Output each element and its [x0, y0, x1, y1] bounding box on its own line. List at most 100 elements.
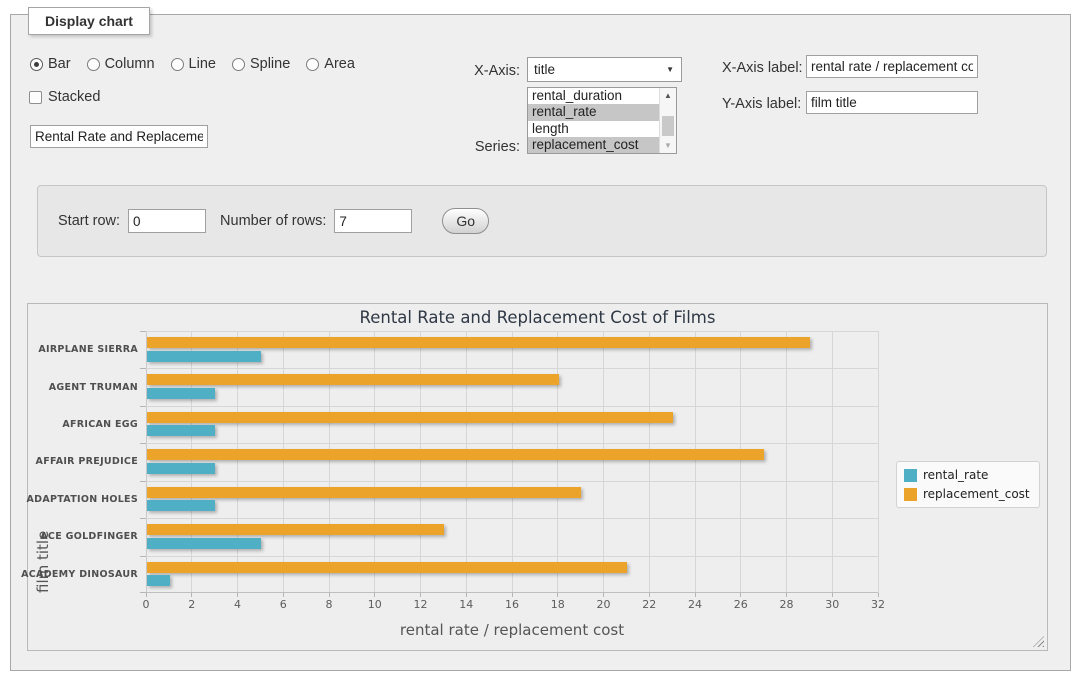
chart-container: Rental Rate and Replacement Cost of Film…	[27, 303, 1048, 651]
scroll-down-icon[interactable]: ▼	[660, 138, 676, 153]
x-tick-mark	[740, 593, 741, 597]
series-option-rental_rate[interactable]: rental_rate	[528, 104, 676, 120]
bar-replacement_cost[interactable]	[147, 337, 810, 348]
go-button[interactable]: Go	[442, 208, 489, 234]
x-tick-label: 10	[355, 598, 395, 611]
category-label: AFRICAN EGG	[30, 406, 138, 443]
chart-legend: rental_rate replacement_cost	[896, 461, 1040, 508]
page: Display chart Bar Column Line Spline Area St…	[0, 0, 1081, 681]
scrollbar-thumb[interactable]	[662, 116, 674, 136]
category-label: AIRPLANE SIERRA	[30, 331, 138, 368]
radio-icon	[87, 58, 100, 71]
bar-replacement_cost[interactable]	[147, 374, 559, 385]
stacked-checkbox[interactable]	[29, 91, 42, 104]
y-tick-mark	[140, 443, 146, 444]
x-tick-mark	[374, 593, 375, 597]
x-tick-mark	[420, 593, 421, 597]
x-axis-label-label: X-Axis label:	[722, 60, 803, 76]
chart-type-label: Bar	[48, 56, 71, 72]
radio-icon	[232, 58, 245, 71]
y-axis-label-label: Y-Axis label:	[722, 96, 801, 112]
x-tick-label: 20	[584, 598, 624, 611]
bar-rental_rate[interactable]	[147, 351, 261, 362]
x-axis-label-input[interactable]	[806, 55, 978, 78]
stacked-option[interactable]: Stacked	[29, 89, 100, 105]
x-axis-select[interactable]: title ▼	[527, 57, 682, 82]
radio-icon	[171, 58, 184, 71]
gridline-x	[283, 331, 284, 593]
x-tick-label: 4	[218, 598, 258, 611]
series-list[interactable]: ▲ ▼ rental_durationrental_ratelengthrepl…	[527, 87, 677, 154]
bar-replacement_cost[interactable]	[147, 449, 764, 460]
x-tick-label: 28	[767, 598, 807, 611]
start-row-input[interactable]	[128, 209, 206, 233]
legend-label: rental_rate	[923, 468, 988, 482]
gridline-x	[557, 331, 558, 593]
legend-item-rental_rate[interactable]: rental_rate	[904, 468, 1030, 482]
row-range-panel: Start row: Number of rows: Go	[37, 185, 1047, 257]
bar-rental_rate[interactable]	[147, 463, 215, 474]
category-label: ADAPTATION HOLES	[30, 481, 138, 518]
category-label: ACE GOLDFINGER	[30, 518, 138, 555]
x-tick-label: 2	[172, 598, 212, 611]
chart-type-option-bar[interactable]: Bar	[30, 56, 71, 72]
fieldset-legend: Display chart	[28, 7, 150, 35]
x-tick-mark	[786, 593, 787, 597]
gridline-x	[786, 331, 787, 593]
bar-replacement_cost[interactable]	[147, 562, 627, 573]
x-tick-label: 6	[263, 598, 303, 611]
x-tick-mark	[649, 593, 650, 597]
number-of-rows-input[interactable]	[334, 209, 412, 233]
resize-grip-icon[interactable]	[1033, 636, 1044, 647]
x-tick-label: 12	[401, 598, 441, 611]
scroll-up-icon[interactable]: ▲	[660, 88, 676, 103]
x-tick-mark	[557, 593, 558, 597]
gridline-y	[146, 443, 878, 444]
chart-type-option-column[interactable]: Column	[87, 56, 155, 72]
x-tick-mark	[283, 593, 284, 597]
legend-label: replacement_cost	[923, 487, 1030, 501]
chart-title-input[interactable]	[30, 125, 208, 148]
chart-type-option-spline[interactable]: Spline	[232, 56, 290, 72]
y-tick-mark	[140, 331, 146, 332]
x-tick-label: 8	[309, 598, 349, 611]
x-tick-mark	[237, 593, 238, 597]
bar-rental_rate[interactable]	[147, 388, 215, 399]
gridline-x	[237, 331, 238, 593]
bar-replacement_cost[interactable]	[147, 412, 673, 423]
bar-rental_rate[interactable]	[147, 538, 261, 549]
row-range-controls: Start row: Number of rows: Go	[58, 186, 489, 256]
series-option-rental_duration[interactable]: rental_duration	[528, 88, 676, 104]
x-tick-mark	[191, 593, 192, 597]
gridline-y	[146, 556, 878, 557]
legend-swatch	[904, 469, 917, 482]
x-tick-label: 24	[675, 598, 715, 611]
chart-type-option-line[interactable]: Line	[171, 56, 216, 72]
legend-item-replacement_cost[interactable]: replacement_cost	[904, 487, 1030, 501]
chart-type-label: Spline	[250, 56, 290, 72]
gridline-y	[146, 481, 878, 482]
y-tick-mark	[140, 406, 146, 407]
x-axis-select-label: X-Axis:	[455, 63, 520, 79]
y-axis-label-input[interactable]	[806, 91, 978, 114]
plot-area: rental rate / replacement cost 024681012…	[146, 331, 878, 593]
x-tick-mark	[695, 593, 696, 597]
bar-rental_rate[interactable]	[147, 500, 215, 511]
series-list-scrollbar[interactable]: ▲ ▼	[659, 88, 676, 153]
bar-replacement_cost[interactable]	[147, 487, 581, 498]
bar-rental_rate[interactable]	[147, 425, 215, 436]
chart-type-label: Column	[105, 56, 155, 72]
series-option-length[interactable]: length	[528, 121, 676, 137]
series-list-label: Series:	[455, 139, 520, 155]
x-tick-label: 14	[446, 598, 486, 611]
x-tick-label: 22	[629, 598, 669, 611]
series-option-replacement_cost[interactable]: replacement_cost	[528, 137, 676, 153]
bar-rental_rate[interactable]	[147, 575, 170, 586]
x-tick-label: 0	[126, 598, 166, 611]
bar-replacement_cost[interactable]	[147, 524, 444, 535]
gridline-x	[649, 331, 650, 593]
radio-icon	[306, 58, 319, 71]
x-tick-mark	[329, 593, 330, 597]
gridline-y	[146, 592, 878, 593]
chart-type-option-area[interactable]: Area	[306, 56, 355, 72]
